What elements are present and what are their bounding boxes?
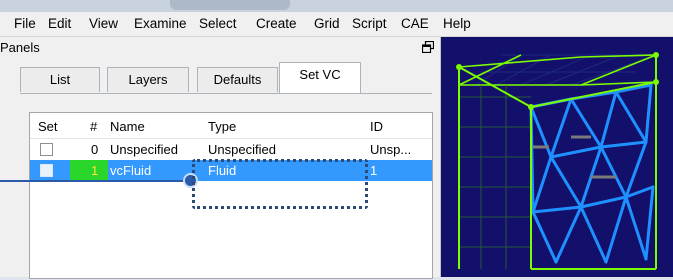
row-number: 0 <box>91 142 99 157</box>
restore-window-icon[interactable] <box>422 41 434 53</box>
table-header: Set # Name Type ID <box>30 113 432 139</box>
menu-script[interactable]: Script <box>352 16 387 31</box>
callout-highlight-box <box>192 159 368 209</box>
panel-title: Panels <box>0 40 40 55</box>
tab-layers[interactable]: Layers <box>107 67 189 92</box>
col-id-header[interactable]: ID <box>370 119 383 134</box>
tab-strip-line <box>20 93 432 94</box>
menu-file[interactable]: File <box>14 16 36 31</box>
menu-help[interactable]: Help <box>443 16 471 31</box>
window-top-edge <box>0 0 673 12</box>
menu-create[interactable]: Create <box>256 16 297 31</box>
col-set-header[interactable]: Set <box>38 119 58 134</box>
col-number-header[interactable]: # <box>90 119 97 134</box>
menu-bar: File Edit View Examine Select Create Gri… <box>0 12 673 37</box>
menu-cae[interactable]: CAE <box>401 16 429 31</box>
panels-dock: Panels List Layers Defaults Set VC Set #… <box>0 37 441 279</box>
menu-view[interactable]: View <box>89 16 118 31</box>
set-checkbox[interactable] <box>40 143 53 156</box>
menu-grid[interactable]: Grid <box>314 16 340 31</box>
mesh-cube-illustration <box>456 52 659 270</box>
tab-set-vc[interactable]: Set VC <box>279 62 361 93</box>
row-id: 1 <box>370 163 378 178</box>
row-id: Unsp... <box>370 142 412 157</box>
menu-select[interactable]: Select <box>199 16 237 31</box>
col-name-header[interactable]: Name <box>110 119 145 134</box>
tab-list[interactable]: List <box>20 67 100 92</box>
table-row[interactable]: 0 Unspecified Unspecified Unsp... <box>30 139 432 160</box>
row-number: 1 <box>91 163 99 178</box>
col-type-header[interactable]: Type <box>208 119 236 134</box>
callout-pointer-line <box>0 180 190 182</box>
row-name: vcFluid <box>110 163 152 178</box>
graphics-viewport[interactable] <box>441 37 673 277</box>
row-color-swatch <box>70 160 108 181</box>
row-type: Unspecified <box>208 142 276 157</box>
menu-examine[interactable]: Examine <box>134 16 187 31</box>
set-checkbox[interactable] <box>40 164 53 177</box>
row-name: Unspecified <box>110 142 178 157</box>
window-notch <box>170 0 290 10</box>
tab-defaults[interactable]: Defaults <box>197 67 278 92</box>
menu-edit[interactable]: Edit <box>48 16 71 31</box>
